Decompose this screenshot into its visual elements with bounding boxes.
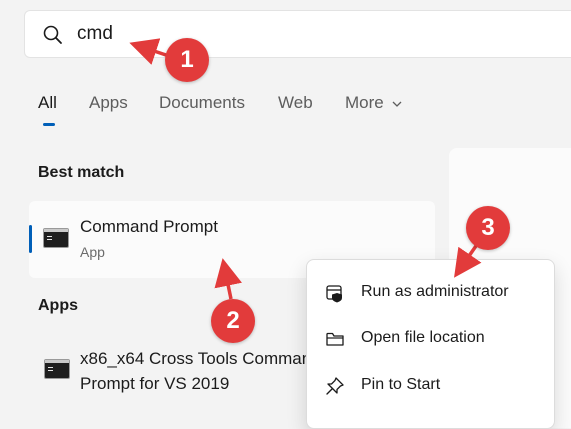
tab-documents[interactable]: Documents (159, 93, 245, 113)
apps-heading: Apps (38, 297, 78, 314)
callout-1: 1 (165, 38, 209, 82)
search-input-value[interactable]: cmd (77, 23, 113, 45)
search-box[interactable]: cmd (24, 10, 571, 58)
context-menu: Run as administrator Open file location … (306, 259, 555, 429)
menu-item-open-file-location[interactable]: Open file location (307, 319, 554, 359)
app-title-line2: Prompt for VS 2019 (80, 374, 230, 393)
folder-icon (326, 332, 344, 346)
callout-2: 2 (211, 299, 255, 343)
selection-indicator (29, 225, 32, 253)
tab-web[interactable]: Web (278, 93, 313, 113)
tab-apps[interactable]: Apps (89, 93, 128, 113)
menu-item-label: Open file location (361, 329, 485, 346)
menu-item-pin-to-start[interactable]: Pin to Start (307, 366, 554, 406)
callout-3: 3 (466, 206, 510, 250)
command-prompt-icon (43, 228, 69, 248)
best-match-subtitle: App (80, 244, 105, 260)
menu-item-label: Pin to Start (361, 376, 441, 393)
best-match-heading: Best match (38, 164, 125, 181)
menu-item-label: Run as administrator (361, 283, 509, 300)
pin-icon (326, 377, 344, 395)
search-icon (43, 25, 62, 44)
list-item[interactable]: x86_x64 Cross Tools Command Prompt for V… (29, 338, 329, 408)
tab-all[interactable]: All (38, 93, 57, 113)
shield-icon (326, 285, 342, 303)
command-prompt-icon (44, 359, 70, 379)
tab-more[interactable]: More (345, 93, 402, 113)
search-filter-tabs: All Apps Documents Web More (0, 90, 571, 130)
best-match-title: Command Prompt (80, 217, 218, 236)
chevron-down-icon (393, 101, 402, 107)
app-title-line1: x86_x64 Cross Tools Command (80, 349, 321, 368)
active-tab-indicator (43, 123, 55, 126)
tab-more-label: More (345, 93, 384, 112)
menu-item-run-as-administrator[interactable]: Run as administrator (307, 273, 554, 313)
